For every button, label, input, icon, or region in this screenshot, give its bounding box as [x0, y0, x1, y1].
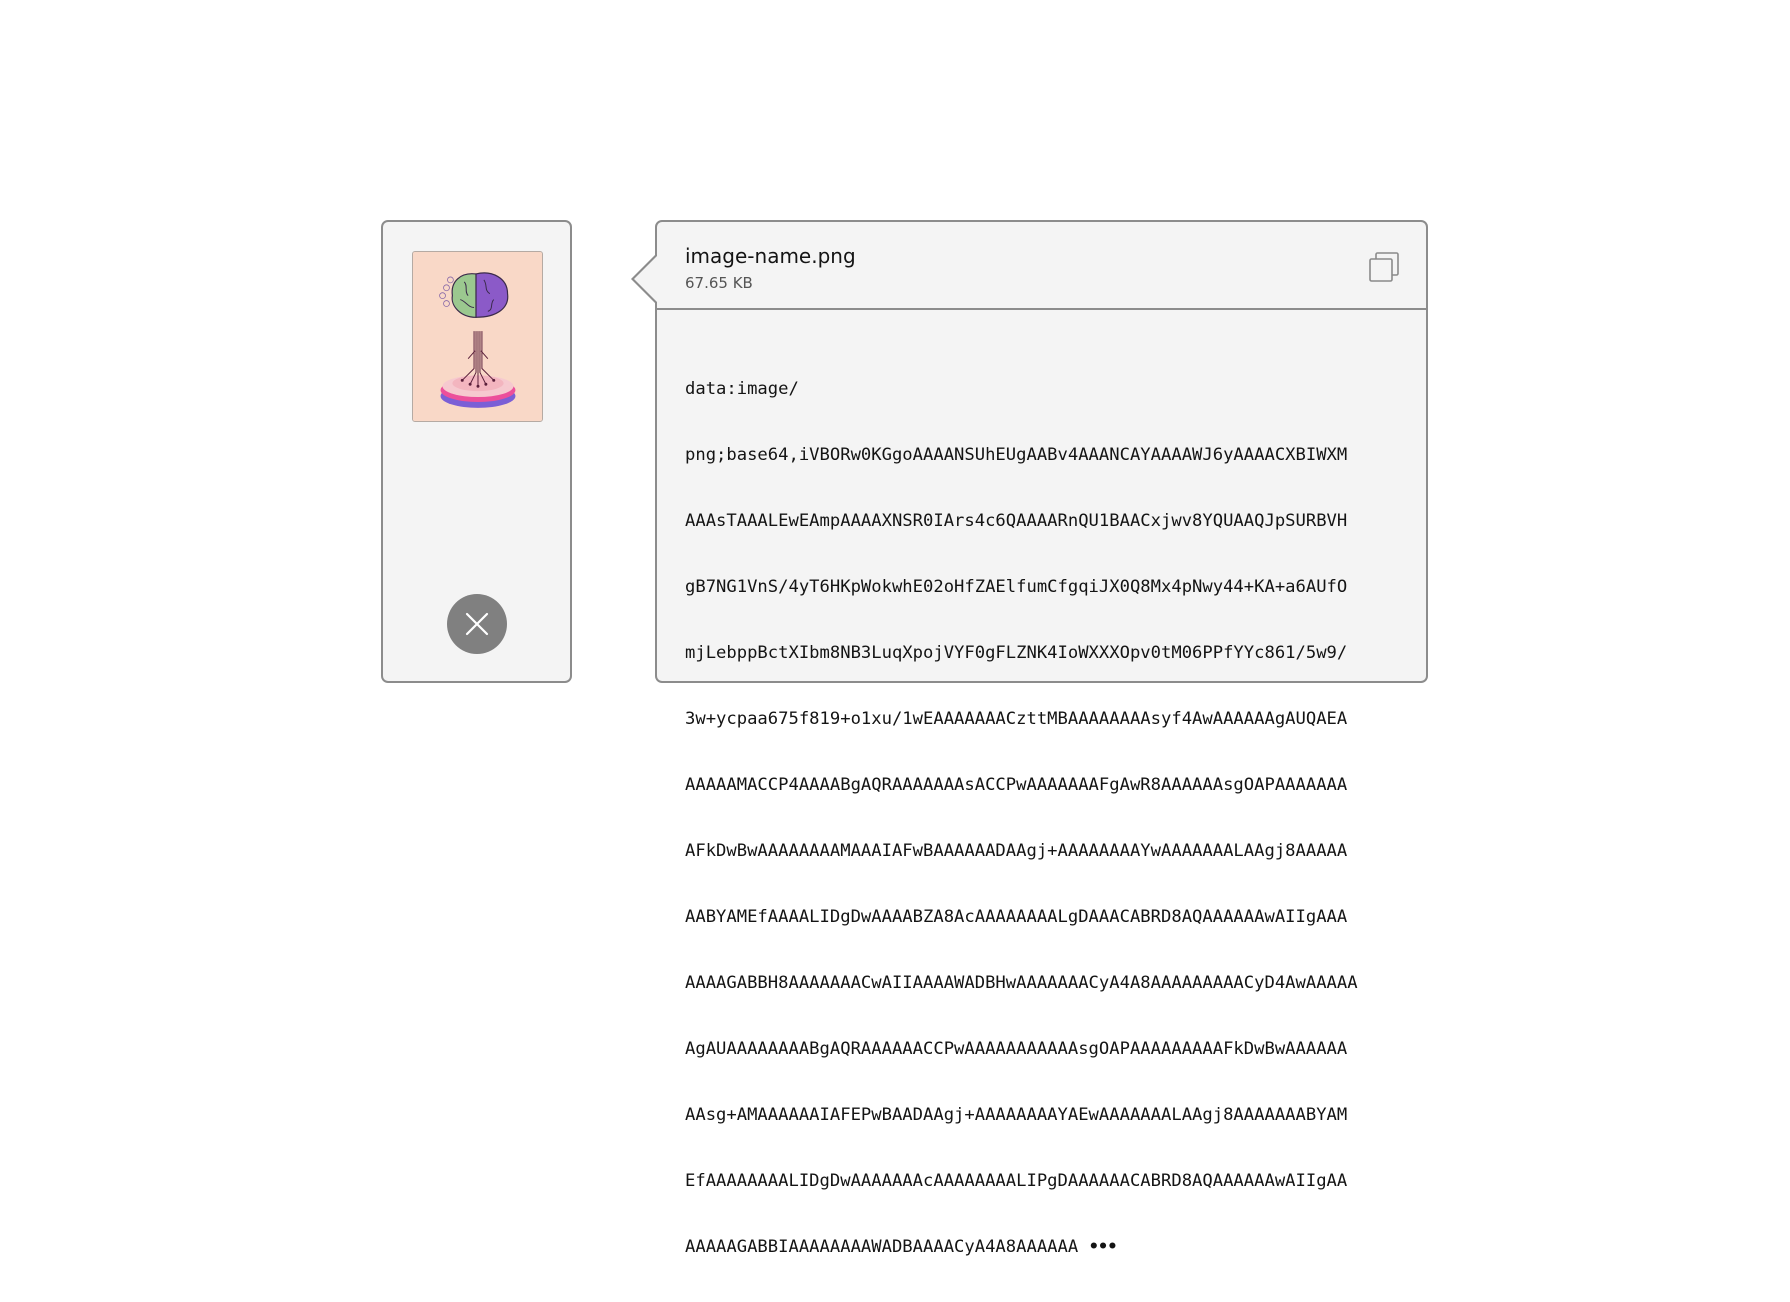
- data-uri-line: AAAAAGABBIAAAAAAAAWADBAAAACyA4A8AAAAAA: [685, 1237, 1079, 1257]
- data-uri-text[interactable]: data:image/ png;base64,iVBORw0KGgoAAAANS…: [685, 334, 1400, 1302]
- copy-icon: [1369, 252, 1399, 282]
- data-uri-line: AAAsTAAALEwEAmpAAAAXNSR0IArs4c6QAAAARnQU…: [685, 511, 1348, 531]
- data-uri-line: AAAAAMACCP4AAAABgAQRAAAAAAAsACCPwAAAAAAA…: [685, 775, 1348, 795]
- data-uri-line: AAAAGABBH8AAAAAAACwAIIAAAAWADBHwAAAAAAAC…: [685, 973, 1358, 993]
- thumbnail-panel: [381, 220, 572, 683]
- data-uri-line: EfAAAAAAAALIDgDwAAAAAAAcAAAAAAAALIPgDAAA…: [685, 1171, 1348, 1191]
- data-uri-line: AABYAMEfAAAALIDgDwAAAABZA8AcAAAAAAAALgDA…: [685, 907, 1348, 927]
- data-uri-line: 3w+ycpaa675f819+o1xu/1wEAAAAAAACzttMBAAA…: [685, 709, 1348, 729]
- file-header: image-name.png 67.65 KB: [657, 222, 1426, 310]
- data-uri-line: gB7NG1VnS/4yT6HKpWokwhE02oHfZAElfumCfgqi…: [685, 577, 1348, 597]
- data-uri-line: AgAUAAAAAAAABgAQRAAAAAACCPwAAAAAAAAAAAsg…: [685, 1039, 1348, 1059]
- data-uri-line: png;base64,iVBORw0KGgoAAAANSUhEUgAABv4AA…: [685, 445, 1348, 465]
- data-uri-line: data:image/: [685, 379, 799, 399]
- popover-pointer-fill: [634, 256, 657, 302]
- data-uri-line: mjLebppBctXIbm8NB3LuqXpojVYF0gFLZNK4IoWX…: [685, 643, 1348, 663]
- data-uri-line: AAsg+AMAAAAAAIAFEPwBAADAAgj+AAAAAAAAYAEw…: [685, 1105, 1348, 1125]
- file-size: 67.65 KB: [685, 274, 753, 292]
- copy-button[interactable]: [1368, 251, 1400, 283]
- image-thumbnail[interactable]: [412, 251, 543, 422]
- data-uri-line-last: AAAAAGABBIAAAAAAAAWADBAAAACyA4A8AAAAAA •…: [685, 1236, 1400, 1258]
- data-uri-panel: image-name.png 67.65 KB data:image/ png;…: [655, 220, 1428, 1257]
- truncation-ellipsis: •••: [1088, 1237, 1118, 1257]
- close-icon: [465, 612, 489, 636]
- file-name: image-name.png: [685, 244, 856, 268]
- remove-image-button[interactable]: [447, 594, 507, 654]
- brain-tree-illustration-icon: [413, 252, 542, 421]
- data-uri-line: AFkDwBwAAAAAAAAMAAAIAFwBAAAAAADAAgj+AAAA…: [685, 841, 1348, 861]
